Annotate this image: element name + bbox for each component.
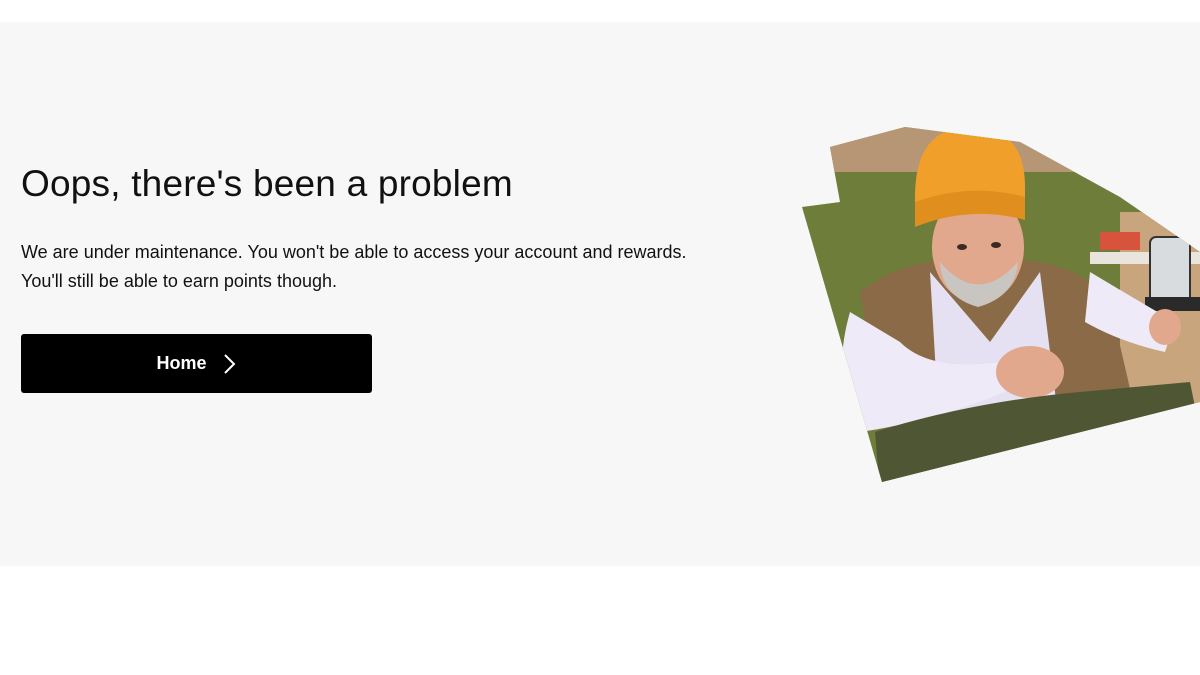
page-title: Oops, there's been a problem [21,163,513,204]
chevron-right-icon [223,353,235,374]
page: Oops, there's been a problem We are unde… [0,0,1200,675]
maintenance-banner: Oops, there's been a problem We are unde… [0,22,1200,566]
error-message: We are under maintenance. You won't be a… [21,242,687,291]
home-button[interactable]: Home [21,334,372,393]
error-content: Oops, there's been a problem We are unde… [21,160,721,393]
home-button-label: Home [156,353,207,373]
illustration-photo [790,102,1200,502]
